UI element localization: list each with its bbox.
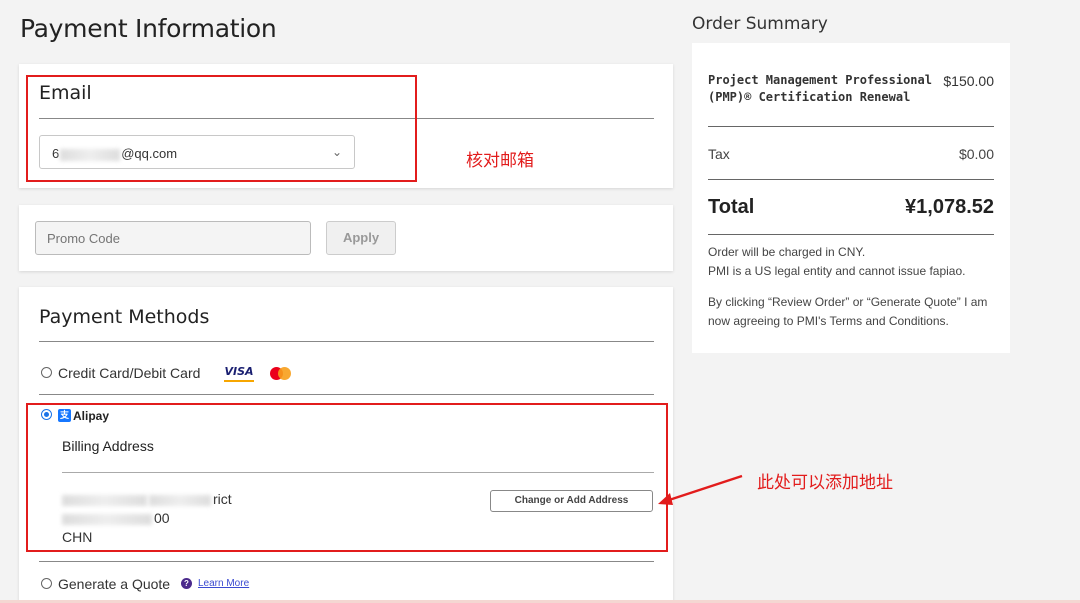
help-icon[interactable]: ?	[181, 578, 192, 589]
visa-icon: VISA	[224, 364, 254, 382]
total-value: ¥1,078.52	[905, 196, 994, 218]
divider	[39, 341, 654, 342]
divider	[39, 394, 654, 395]
terms-note: By clicking “Review Order” or “Generate …	[708, 295, 988, 328]
item-name: Project Management Professional (PMP)® C…	[708, 73, 932, 104]
fapiao-note: PMI is a US legal entity and cannot issu…	[708, 264, 966, 278]
annotation-arrow-icon	[658, 474, 743, 505]
card-option-label[interactable]: Credit Card/Debit Card	[58, 365, 200, 381]
learn-more-link[interactable]: Learn More	[198, 578, 249, 589]
tax-value: $0.00	[958, 146, 994, 162]
promo-section: Apply	[19, 205, 673, 271]
item-price: $150.00	[943, 73, 994, 89]
divider	[39, 561, 654, 562]
payment-methods-title: Payment Methods	[39, 306, 210, 328]
annotation-email-note: 核对邮箱	[466, 151, 534, 171]
divider	[708, 234, 994, 235]
apply-button[interactable]: Apply	[326, 221, 396, 255]
tax-label: Tax	[708, 146, 730, 162]
divider	[708, 179, 994, 180]
quote-radio[interactable]	[41, 578, 52, 589]
divider	[708, 126, 994, 127]
card-radio[interactable]	[41, 367, 52, 378]
annotation-box-email	[26, 75, 417, 182]
annotation-address-note: 此处可以添加地址	[757, 473, 893, 493]
order-summary-card: Project Management Professional (PMP)® C…	[692, 43, 1010, 353]
annotation-box-address	[26, 403, 668, 552]
total-label: Total	[708, 196, 755, 218]
quote-option-label[interactable]: Generate a Quote	[58, 576, 170, 592]
order-summary-heading: Order Summary	[692, 14, 828, 34]
mastercard-icon	[270, 367, 292, 380]
currency-note: Order will be charged in CNY.	[708, 245, 866, 259]
promo-code-input[interactable]	[35, 221, 311, 255]
page-title: Payment Information	[20, 14, 277, 43]
